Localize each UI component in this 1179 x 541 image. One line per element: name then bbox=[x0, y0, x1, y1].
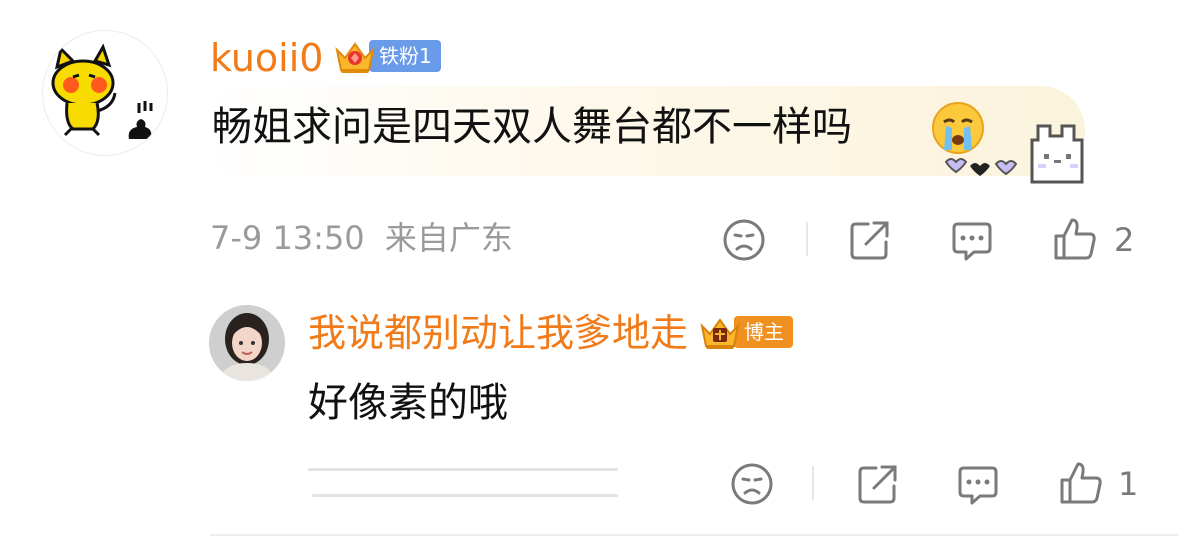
divider bbox=[210, 534, 1179, 536]
blogger-badge-label: 博主 bbox=[734, 316, 793, 348]
like-icon[interactable] bbox=[1058, 460, 1104, 506]
avatar[interactable] bbox=[42, 30, 168, 156]
dislike-face-icon[interactable] bbox=[730, 462, 774, 506]
like-count: 2 bbox=[1114, 221, 1135, 259]
reply-avatar[interactable] bbox=[209, 305, 285, 381]
blogger-badge[interactable]: 博主 bbox=[698, 312, 793, 352]
bunny-sticker-icon bbox=[944, 124, 1084, 184]
like-icon[interactable] bbox=[1052, 216, 1098, 262]
blurred-line bbox=[312, 494, 618, 497]
comment-icon[interactable] bbox=[956, 462, 1000, 506]
comment-username[interactable]: kuoii0 bbox=[210, 36, 323, 80]
crown-icon bbox=[700, 318, 740, 349]
like-count: 1 bbox=[1118, 465, 1139, 503]
comment-icon[interactable] bbox=[950, 218, 994, 262]
comment-location: 来自广东 bbox=[384, 219, 513, 257]
crown-icon bbox=[335, 42, 375, 73]
blurred-line bbox=[308, 468, 618, 471]
dislike-face-icon[interactable] bbox=[722, 218, 766, 262]
comment-text: 畅姐求问是四天双人舞台都不一样吗 bbox=[212, 102, 852, 152]
cartoon-cat-avatar-icon bbox=[51, 43, 153, 139]
share-icon[interactable] bbox=[856, 462, 900, 506]
comment-timestamp: 7-9 13:50 bbox=[210, 219, 365, 257]
person-avatar-icon bbox=[209, 305, 285, 381]
comment-text-content: 畅姐求问是四天双人舞台都不一样吗 bbox=[212, 104, 852, 150]
fan-badge-label: 铁粉1 bbox=[369, 40, 441, 72]
share-icon[interactable] bbox=[848, 218, 892, 262]
reply-username[interactable]: 我说都别动让我爹地走 bbox=[308, 310, 688, 356]
comment-meta: 7-9 13:50 来自广东 bbox=[210, 218, 513, 258]
divider bbox=[806, 222, 808, 256]
fan-badge[interactable]: 铁粉1 bbox=[333, 36, 441, 76]
divider bbox=[812, 466, 814, 500]
reply-text: 好像素的哦 bbox=[308, 380, 508, 426]
